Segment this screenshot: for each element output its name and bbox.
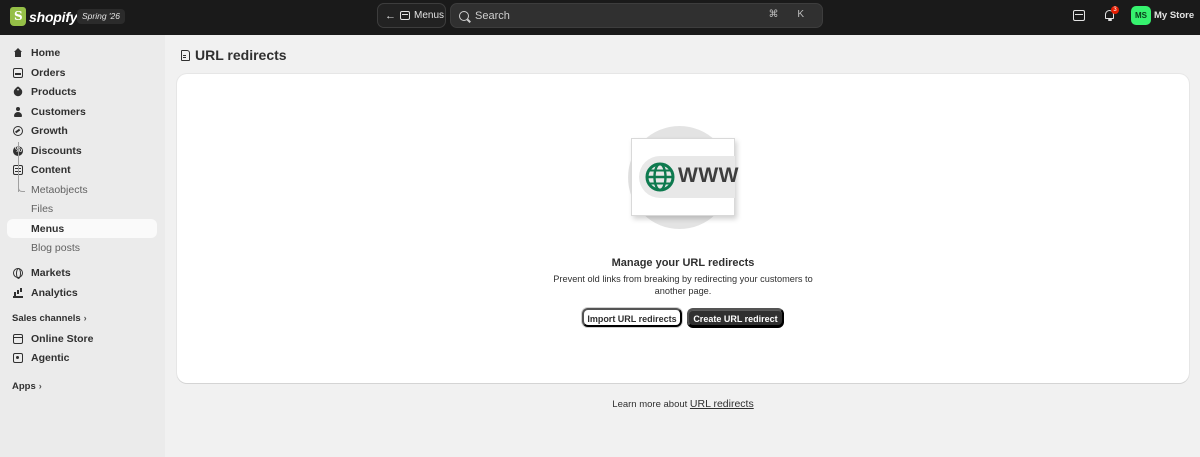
shopify-bag-icon [10,7,26,26]
sidebar-item-content[interactable]: Content [7,160,157,179]
sidebar-item-label: Blog posts [31,241,81,254]
store-name[interactable]: My Store [1154,10,1194,21]
sidebar-item-label: Orders [31,66,66,79]
back-button-label: Menus [414,10,445,21]
document-icon [181,49,190,61]
menu-icon [400,11,410,20]
empty-state-title: Manage your URL redirects [611,257,755,269]
sidebar-item-agentic[interactable]: Agentic [7,348,157,367]
growth-icon [13,125,23,136]
sidebar-item-label: Markets [31,266,71,279]
create-url-redirect-button[interactable]: Create URL redirect [687,308,784,327]
sidebar-item-label: Files [31,202,54,215]
sidebar-item-products[interactable]: Products [7,82,157,101]
orders-icon [13,67,23,78]
top-bar: shopify Spring '26 ← Menus Search ⌘ K 3 … [0,0,1200,35]
empty-state-description: Prevent old links from breaking by redir… [553,274,813,296]
sidebar-item-label: Online Store [31,332,94,345]
notification-count-badge: 3 [1111,6,1119,14]
apps-header[interactable]: Apps › [12,381,42,392]
chevron-right-icon: › [83,313,87,323]
illustration-www-text: WWW [678,164,739,187]
sidebar-item-markets[interactable]: Markets [7,263,157,282]
search-shortcut: ⌘ K [768,9,812,20]
sidebar-item-online-store[interactable]: Online Store [7,329,157,348]
sidebar-subitem-files[interactable]: Files [7,199,157,218]
arrow-left-icon: ← [385,9,396,22]
globe-icon [645,162,675,192]
agent-icon [13,352,23,363]
back-to-menus-button[interactable]: ← Menus [377,3,446,28]
chevron-right-icon: › [38,381,42,391]
sidebar-subitem-menus[interactable]: Menus [7,219,157,238]
sidebar-item-label: Home [31,46,61,59]
sidebar-item-label: Metaobjects [31,183,88,196]
footer-help: Learn more about URL redirects [177,398,1189,410]
shopify-logo[interactable]: shopify [10,7,78,26]
sales-channels-header[interactable]: Sales channels › [12,313,87,324]
sidebar-item-label: Menus [31,222,65,235]
avatar[interactable]: MS [1131,6,1151,25]
search-input[interactable]: Search ⌘ K [450,3,823,28]
store-switcher-icon[interactable] [1073,10,1085,21]
search-placeholder: Search [475,9,510,22]
sidebar-item-growth[interactable]: Growth [7,121,157,140]
page-title: URL redirects [181,47,287,63]
brand-name: shopify [29,8,78,25]
sidebar-subitem-blog-posts[interactable]: Blog posts [7,238,157,257]
tag-icon [11,85,25,98]
sidebar-item-label: Content [31,163,71,176]
url-redirects-help-link[interactable]: URL redirects [690,398,754,410]
sidebar-subitem-metaobjects[interactable]: Metaobjects [7,180,157,199]
chart-icon [13,288,23,298]
page-title-text: URL redirects [195,47,287,63]
sales-channels-label: Sales channels [12,313,81,324]
sidebar-item-orders[interactable]: Orders [7,63,157,82]
sidebar-item-customers[interactable]: Customers [7,102,157,121]
sidebar-item-discounts[interactable]: Discounts [7,141,157,160]
sidebar-item-label: Growth [31,124,68,137]
sidebar-item-label: Discounts [31,144,82,157]
search-icon [459,10,469,21]
footer-help-text: Learn more about [612,399,688,410]
release-badge[interactable]: Spring '26 [77,9,126,24]
sidebar-item-analytics[interactable]: Analytics [7,283,157,302]
store-icon [13,333,23,344]
sidebar-item-label: Products [31,85,77,98]
sidebar-item-home[interactable]: Home [7,43,157,62]
sidebar-item-label: Customers [31,105,86,118]
person-icon [13,106,23,117]
sidebar-item-label: Analytics [31,286,78,299]
globe-icon [13,267,23,279]
apps-label: Apps [12,381,36,392]
sidebar-item-label: Agentic [31,351,70,364]
home-icon [13,47,23,58]
import-url-redirects-button[interactable]: Import URL redirects [582,308,682,327]
